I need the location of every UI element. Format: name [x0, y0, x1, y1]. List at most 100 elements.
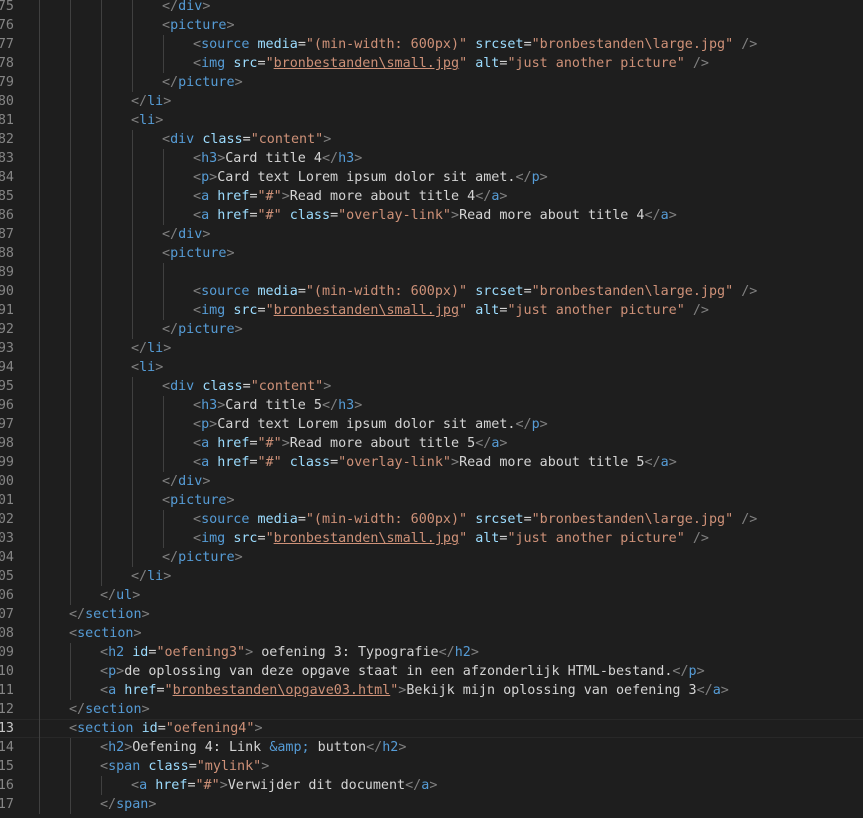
- code-token: source: [201, 284, 250, 299]
- code-text: </span>: [100, 795, 156, 814]
- code-line[interactable]: 99 <a href="#" class="overlay-link">Read …: [0, 453, 863, 472]
- indent-guide: [39, 643, 40, 662]
- code-token: <: [193, 531, 202, 546]
- indent-guide: [39, 16, 40, 35]
- code-line[interactable]: 11 <a href="bronbestanden\opgave03.html">…: [0, 681, 863, 700]
- code-editor[interactable]: 75 </div> 76 <picture> 77 <source media="(min…: [0, 0, 863, 818]
- indent-guide: [163, 35, 164, 54]
- code-line[interactable]: 98 <a href="#">Read more about title 5</a…: [0, 434, 863, 453]
- indent-guide: [39, 548, 40, 567]
- line-number: 95: [0, 379, 14, 394]
- code-line[interactable]: 14 <h2>Oefening 4: Link &amp; button</h2>: [0, 738, 863, 757]
- code-token: p: [531, 417, 540, 432]
- indent-guide: [132, 510, 133, 529]
- code-line[interactable]: 17 </span>: [0, 795, 863, 814]
- code-line[interactable]: 79 </picture>: [0, 73, 863, 92]
- code-line[interactable]: 87 </div>: [0, 225, 863, 244]
- indent-guide: [70, 472, 71, 491]
- code-token: ": [265, 56, 274, 71]
- code-token: srcset: [475, 284, 524, 299]
- code-line[interactable]: 86 <a href="#" class="overlay-link">Read …: [0, 206, 863, 225]
- indent-guide: [39, 358, 40, 377]
- code-line[interactable]: 75 </div>: [0, 0, 863, 16]
- code-line[interactable]: 12 </section>: [0, 700, 863, 719]
- code-line[interactable]: 04 </picture>: [0, 548, 863, 567]
- code-token: >: [323, 132, 332, 147]
- code-line[interactable]: 90 <source media="(min-width: 600px)" src…: [0, 282, 863, 301]
- code-line[interactable]: 01 <picture>: [0, 491, 863, 510]
- line-number: 06: [0, 588, 14, 603]
- code-token: section: [85, 702, 142, 717]
- code-line[interactable]: 77 <source media="(min-width: 600px)" src…: [0, 35, 863, 54]
- code-line[interactable]: 82 <div class="content">: [0, 130, 863, 149]
- code-token: =: [523, 284, 532, 299]
- code-token: <: [193, 151, 202, 166]
- indent-guide: [39, 434, 40, 453]
- code-line[interactable]: 03 <img src="bronbestanden\small.jpg" alt…: [0, 529, 863, 548]
- code-line[interactable]: 88 <picture>: [0, 244, 863, 263]
- code-token: "#": [195, 778, 220, 793]
- indent-guide: [39, 396, 40, 415]
- indent-guide: [70, 73, 71, 92]
- indent-guide: [70, 567, 71, 586]
- code-line[interactable]: 91 <img src="bronbestanden\small.jpg" alt…: [0, 301, 863, 320]
- code-token: >: [226, 246, 235, 261]
- code-line[interactable]: 05 </li>: [0, 567, 863, 586]
- code-line[interactable]: 07 </section>: [0, 605, 863, 624]
- code-line[interactable]: 85 <a href="#">Read more about title 4</a…: [0, 187, 863, 206]
- code-line[interactable]: 94 <li>: [0, 358, 863, 377]
- code-line[interactable]: 76 <picture>: [0, 16, 863, 35]
- code-line[interactable]: 10 <p>de oplossing van deze opgave staat …: [0, 662, 863, 681]
- code-token: "#": [257, 189, 282, 204]
- code-line[interactable]: 89: [0, 263, 863, 282]
- code-line[interactable]: 00 </div>: [0, 472, 863, 491]
- code-token: Verwijder dit document: [227, 778, 406, 793]
- indent-guide: [132, 225, 133, 244]
- code-text: <source media="(min-width: 600px)" srcse…: [193, 35, 757, 54]
- code-line[interactable]: 83 <h3>Card title 4</h3>: [0, 149, 863, 168]
- code-line[interactable]: 84 <p>Card text Lorem ipsum dolor sit ame…: [0, 168, 863, 187]
- code-line[interactable]: 92 </picture>: [0, 320, 863, 339]
- code-token: >: [470, 645, 479, 660]
- code-line[interactable]: 09 <h2 id="oefening3"> oefening 3: Typogr…: [0, 643, 863, 662]
- indent-guide: [132, 149, 133, 168]
- indent-guide: [39, 700, 40, 719]
- code-token: alt: [475, 56, 500, 71]
- code-line[interactable]: 16 <a href="#">Verwijder dit document</a>: [0, 776, 863, 795]
- code-line[interactable]: 81 <li>: [0, 111, 863, 130]
- code-line[interactable]: 08 <section>: [0, 624, 863, 643]
- code-token: >: [116, 664, 125, 679]
- code-line[interactable]: 78 <img src="bronbestanden\small.jpg" alt…: [0, 54, 863, 73]
- code-token: p: [531, 170, 540, 185]
- indent-guide: [101, 263, 102, 282]
- code-text: </li>: [131, 92, 171, 111]
- line-number: 94: [0, 360, 14, 375]
- code-token: >: [148, 797, 157, 812]
- code-token: </: [515, 170, 532, 185]
- code-line[interactable]: 97 <p>Card text Lorem ipsum dolor sit ame…: [0, 415, 863, 434]
- code-token: <: [193, 303, 202, 318]
- code-line[interactable]: 06 </ul>: [0, 586, 863, 605]
- indent-guide: [101, 548, 102, 567]
- code-token: </: [515, 417, 532, 432]
- code-text: <h2>Oefening 4: Link &amp; button</h2>: [100, 738, 406, 757]
- code-line[interactable]: 13 <section id="oefening4">: [0, 719, 863, 738]
- code-line[interactable]: 93 </li>: [0, 339, 863, 358]
- code-token: id: [132, 645, 149, 660]
- code-token: >: [668, 208, 677, 223]
- code-line[interactable]: 95 <div class="content">: [0, 377, 863, 396]
- code-token: div: [178, 0, 203, 14]
- indent-guide: [163, 168, 164, 187]
- indent-guide: [39, 282, 40, 301]
- code-token: >: [163, 569, 172, 584]
- code-line[interactable]: 96 <h3>Card title 5</h3>: [0, 396, 863, 415]
- code-line[interactable]: 02 <source media="(min-width: 600px)" src…: [0, 510, 863, 529]
- code-token: </: [69, 607, 86, 622]
- code-line[interactable]: 80 </li>: [0, 92, 863, 111]
- indent-guide: [101, 111, 102, 130]
- indent-guide: [101, 73, 102, 92]
- code-line[interactable]: 15 <span class="mylink">: [0, 757, 863, 776]
